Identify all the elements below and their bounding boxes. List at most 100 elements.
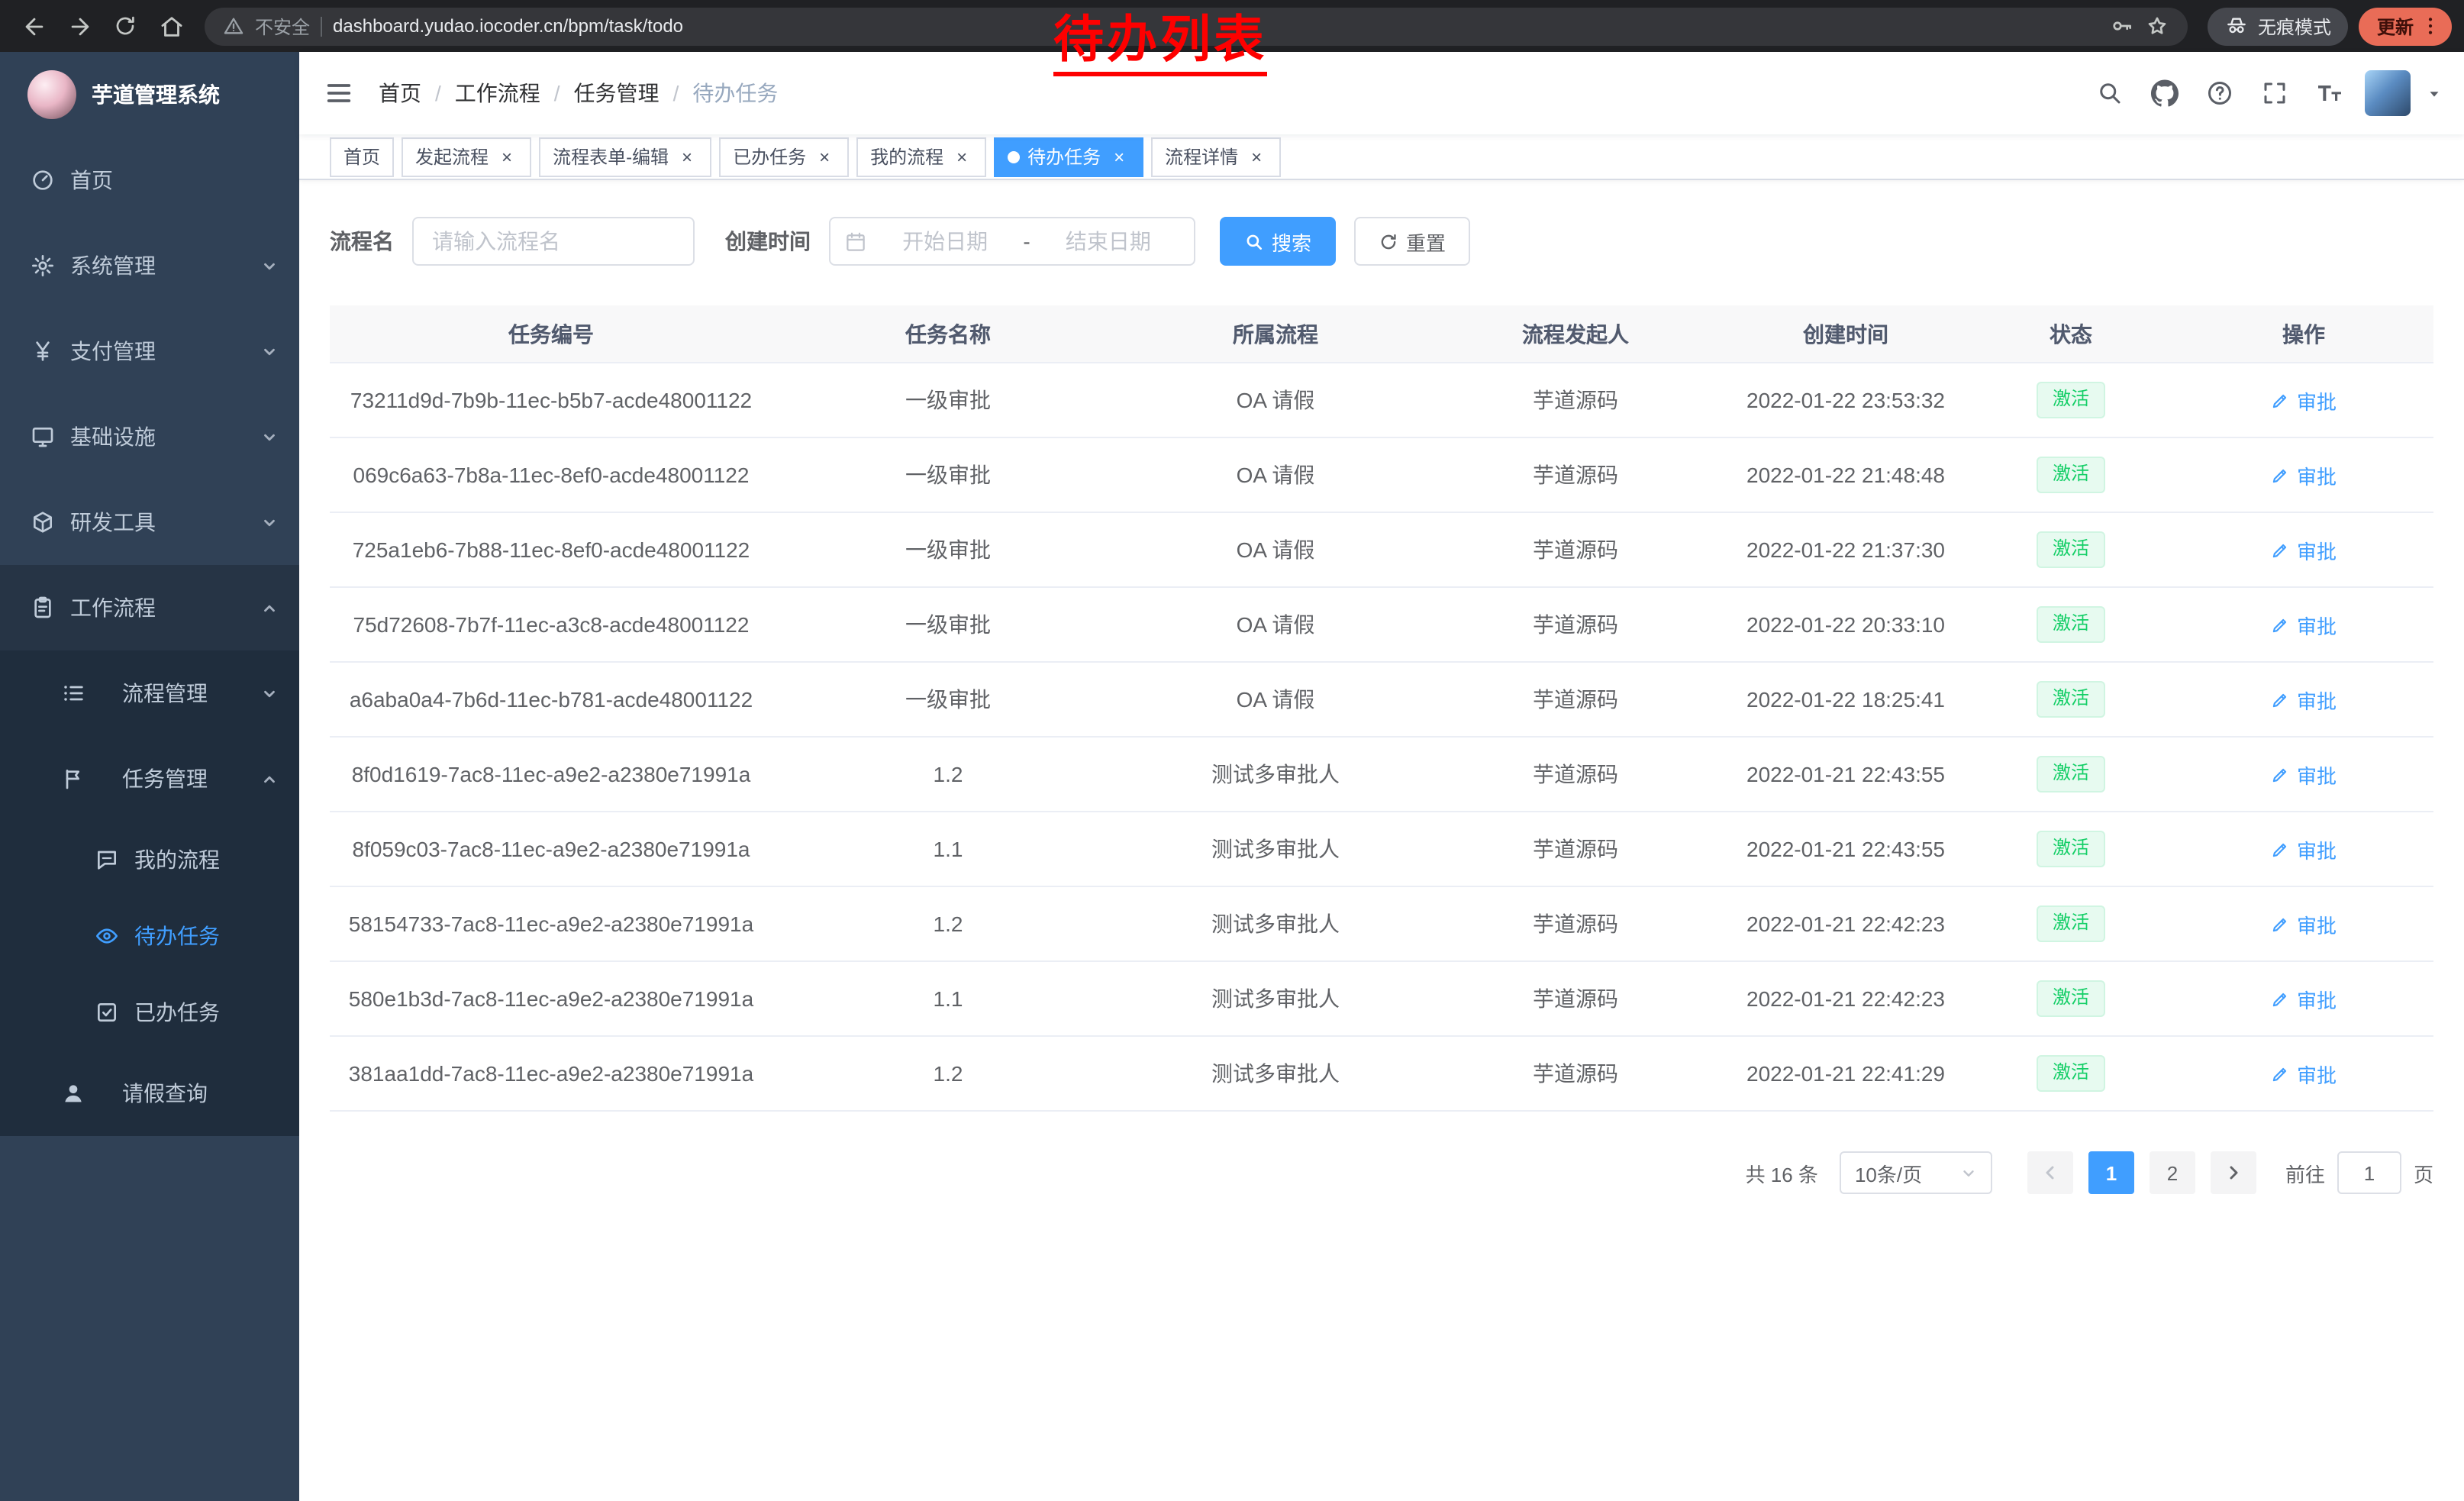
chevron-up-icon — [261, 770, 278, 787]
close-icon[interactable]: × — [951, 146, 972, 167]
approve-link[interactable]: 审批 — [2271, 834, 2337, 863]
forward-icon[interactable] — [58, 5, 101, 47]
close-icon[interactable]: × — [676, 146, 698, 167]
close-icon[interactable]: × — [1246, 146, 1267, 167]
sidebar-item-label: 请假查询 — [122, 1078, 278, 1109]
cell-task-name: 1.2 — [772, 912, 1124, 936]
goto-label: 前往 — [2285, 1158, 2325, 1187]
approve-link[interactable]: 审批 — [2271, 535, 2337, 564]
close-icon[interactable]: × — [496, 146, 518, 167]
cell-created: 2022-01-21 22:42:23 — [1724, 986, 1968, 1011]
close-icon[interactable]: × — [814, 146, 835, 167]
approve-link[interactable]: 审批 — [2271, 460, 2337, 489]
process-name-label: 流程名 — [330, 226, 394, 257]
sidebar-item-devtools[interactable]: 研发工具 — [0, 479, 299, 565]
sidebar-item-my-process[interactable]: 我的流程 — [0, 822, 299, 898]
page-button-1[interactable]: 1 — [2088, 1151, 2134, 1194]
cell-status: 激活 — [1968, 457, 2174, 492]
page-button-2[interactable]: 2 — [2150, 1151, 2195, 1194]
approve-link[interactable]: 审批 — [2271, 909, 2337, 938]
sidebar-item-task-mgmt[interactable]: 任务管理 — [0, 736, 299, 822]
approve-link-label: 审批 — [2297, 685, 2337, 714]
search-button[interactable]: 搜索 — [1220, 217, 1336, 266]
check-square-icon — [95, 1000, 119, 1025]
reset-button[interactable]: 重置 — [1354, 217, 1470, 266]
process-name-input[interactable] — [412, 217, 695, 266]
tab-home[interactable]: 首页 — [330, 137, 394, 176]
approve-link[interactable]: 审批 — [2271, 610, 2337, 639]
help-icon[interactable] — [2200, 73, 2240, 113]
sidebar-item-done-task[interactable]: 已办任务 — [0, 974, 299, 1051]
sidebar-item-process-mgmt[interactable]: 流程管理 — [0, 650, 299, 736]
page-unit-label: 页 — [2414, 1158, 2433, 1187]
pagination-goto: 前往 页 — [2285, 1151, 2433, 1194]
tab-form-edit[interactable]: 流程表单-编辑 × — [539, 137, 711, 176]
status-badge: 激活 — [2037, 531, 2104, 567]
sidebar-item-workflow[interactable]: 工作流程 — [0, 565, 299, 650]
cell-created: 2022-01-22 18:25:41 — [1724, 687, 1968, 712]
page-size-value: 10条/页 — [1855, 1158, 1922, 1187]
tab-process-detail[interactable]: 流程详情 × — [1151, 137, 1281, 176]
breadcrumb-task-mgmt[interactable]: 任务管理 — [574, 78, 660, 108]
app-logo[interactable]: 芋道管理系统 — [0, 52, 299, 137]
user-avatar[interactable] — [2365, 70, 2411, 116]
cell-status: 激活 — [1968, 756, 2174, 792]
home-icon[interactable] — [150, 5, 192, 47]
menu-dots-icon[interactable] — [2418, 14, 2443, 38]
navbar: 首页 / 工作流程 / 任务管理 / 待办任务 — [299, 52, 2464, 134]
list-icon — [61, 681, 85, 705]
cell-task-id: 8f059c03-7ac8-11ec-a9e2-a2380e71991a — [330, 837, 772, 861]
tab-label: 我的流程 — [870, 144, 943, 169]
sidebar-item-infra[interactable]: 基础设施 — [0, 394, 299, 479]
sidebar-item-system[interactable]: 系统管理 — [0, 223, 299, 308]
next-page-button[interactable] — [2211, 1151, 2256, 1194]
table-row: 069c6a63-7b8a-11ec-8ef0-acde48001122 一级审… — [330, 438, 2433, 513]
breadcrumb-workflow[interactable]: 工作流程 — [455, 78, 540, 108]
approve-link[interactable]: 审批 — [2271, 984, 2337, 1013]
tab-label: 首页 — [343, 144, 380, 169]
tab-label: 流程表单-编辑 — [553, 144, 669, 169]
tab-todo-task[interactable]: 待办任务 × — [994, 137, 1143, 176]
filter-form: 流程名 创建时间 开始日期 - 结束日期 搜索 — [330, 217, 2433, 266]
update-button[interactable]: 更新 — [2359, 7, 2452, 45]
back-icon[interactable] — [12, 5, 55, 47]
caret-down-icon[interactable] — [2426, 85, 2443, 102]
sidebar-item-label: 已办任务 — [134, 997, 278, 1028]
cell-task-id: 580e1b3d-7ac8-11ec-a9e2-a2380e71991a — [330, 986, 772, 1011]
sidebar-item-home[interactable]: 首页 — [0, 137, 299, 223]
search-icon[interactable] — [2090, 73, 2130, 113]
tab-label: 流程详情 — [1165, 144, 1238, 169]
font-size-icon[interactable] — [2310, 73, 2350, 113]
hamburger-icon[interactable] — [324, 78, 354, 108]
approve-link[interactable]: 审批 — [2271, 760, 2337, 789]
cell-task-id: 381aa1dd-7ac8-11ec-a9e2-a2380e71991a — [330, 1061, 772, 1086]
goto-page-input[interactable] — [2337, 1151, 2401, 1194]
prev-page-button[interactable] — [2027, 1151, 2073, 1194]
approve-link[interactable]: 审批 — [2271, 386, 2337, 415]
reload-icon[interactable] — [104, 5, 147, 47]
sidebar-item-payment[interactable]: 支付管理 — [0, 308, 299, 394]
sidebar-item-todo-task[interactable]: 待办任务 — [0, 898, 299, 974]
approve-link[interactable]: 审批 — [2271, 1059, 2337, 1088]
tab-my-process[interactable]: 我的流程 × — [856, 137, 986, 176]
close-icon[interactable]: × — [1108, 146, 1130, 167]
tab-done-task[interactable]: 已办任务 × — [719, 137, 849, 176]
table-row: 381aa1dd-7ac8-11ec-a9e2-a2380e71991a 1.2… — [330, 1037, 2433, 1112]
chevron-up-icon — [261, 599, 278, 616]
date-range-picker[interactable]: 开始日期 - 结束日期 — [829, 217, 1195, 266]
fullscreen-icon[interactable] — [2255, 73, 2295, 113]
incognito-label: 无痕模式 — [2258, 13, 2331, 39]
app-title: 芋道管理系统 — [92, 79, 220, 110]
sidebar-item-leave-query[interactable]: 请假查询 — [0, 1051, 299, 1136]
breadcrumb-home[interactable]: 首页 — [379, 78, 421, 108]
tab-start-process[interactable]: 发起流程 × — [402, 137, 531, 176]
create-time-label: 创建时间 — [725, 226, 811, 257]
key-icon[interactable] — [2110, 14, 2134, 38]
flag-icon — [61, 767, 85, 791]
star-icon[interactable] — [2145, 14, 2169, 38]
cell-initiator: 芋道源码 — [1427, 834, 1724, 864]
page-size-select[interactable]: 10条/页 — [1840, 1151, 1992, 1194]
approve-link[interactable]: 审批 — [2271, 685, 2337, 714]
sidebar-item-label: 流程管理 — [122, 678, 246, 709]
github-icon[interactable] — [2145, 73, 2185, 113]
